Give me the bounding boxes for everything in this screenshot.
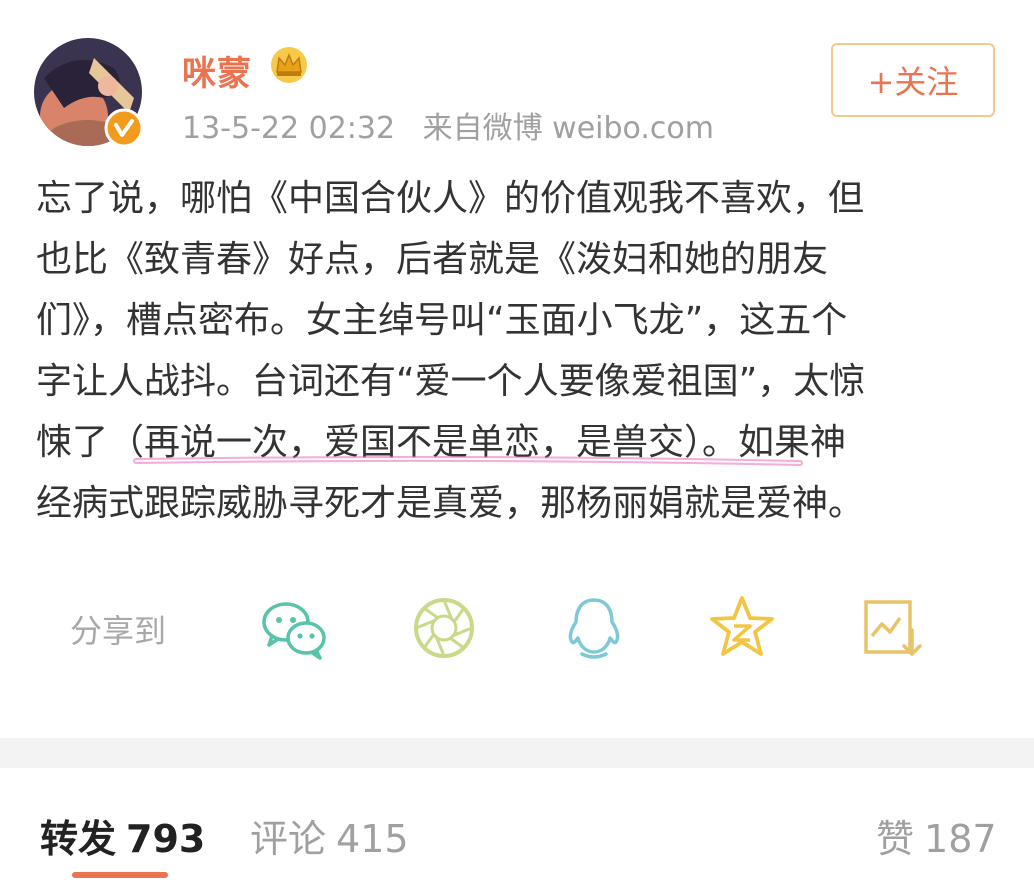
post-source: 来自微博 weibo.com <box>422 111 714 146</box>
divider <box>0 738 1034 768</box>
active-tab-indicator <box>72 872 168 878</box>
post-line: 悚了（再说一次，爱国不是单恋，是兽交）。如果神 <box>36 422 847 463</box>
weibo-post-page: 咪蒙 13-5-22 02:32 来自微博 weibo.com +关注 忘了说，… <box>0 0 1034 889</box>
wechat-icon[interactable] <box>256 590 332 666</box>
stats-bar: 转发 793 评论 415 赞 187 <box>0 768 1034 889</box>
verified-badge-icon <box>104 108 144 148</box>
save-image-icon[interactable] <box>854 590 930 666</box>
repost-label: 转发 <box>40 817 117 861</box>
repost-count: 793 <box>126 817 206 861</box>
qq-icon[interactable] <box>556 590 632 666</box>
post-meta: 13-5-22 02:32 来自微博 weibo.com <box>182 103 732 147</box>
post-line: 也比《致青春》好点，后者就是《泼妇和她的朋友 <box>36 239 829 280</box>
post-date: 13-5-22 02:32 <box>182 111 396 146</box>
qzone-icon[interactable] <box>704 590 780 666</box>
tab-repost[interactable]: 转发 793 <box>40 808 205 863</box>
post-line: 忘了说，哪怕《中国合伙人》的价值观我不喜欢，但 <box>36 178 865 219</box>
username[interactable]: 咪蒙 <box>182 46 252 95</box>
like-label: 赞 <box>876 817 915 861</box>
tab-like[interactable]: 赞 187 <box>876 808 997 863</box>
comment-count: 415 <box>336 817 409 861</box>
tab-comment[interactable]: 评论 415 <box>250 808 409 863</box>
post-line: 们》，槽点密布。女主绰号叫“玉面小飞龙”，这五个 <box>36 300 848 341</box>
share-label: 分享到 <box>70 612 167 650</box>
moments-icon[interactable] <box>406 590 482 666</box>
post-content: 忘了说，哪怕《中国合伙人》的价值观我不喜欢，但 也比《致青春》好点，后者就是《泼… <box>36 168 996 534</box>
crown-icon <box>271 47 307 83</box>
follow-button[interactable]: +关注 <box>831 43 995 117</box>
post-line: 字让人战抖。台词还有“爱一个人要像爱祖国”，太惊 <box>36 361 866 402</box>
like-count: 187 <box>924 817 997 861</box>
comment-label: 评论 <box>250 817 327 861</box>
post-line: 经病式跟踪威胁寻死才是真爱，那杨丽娟就是爱神。 <box>36 483 865 524</box>
